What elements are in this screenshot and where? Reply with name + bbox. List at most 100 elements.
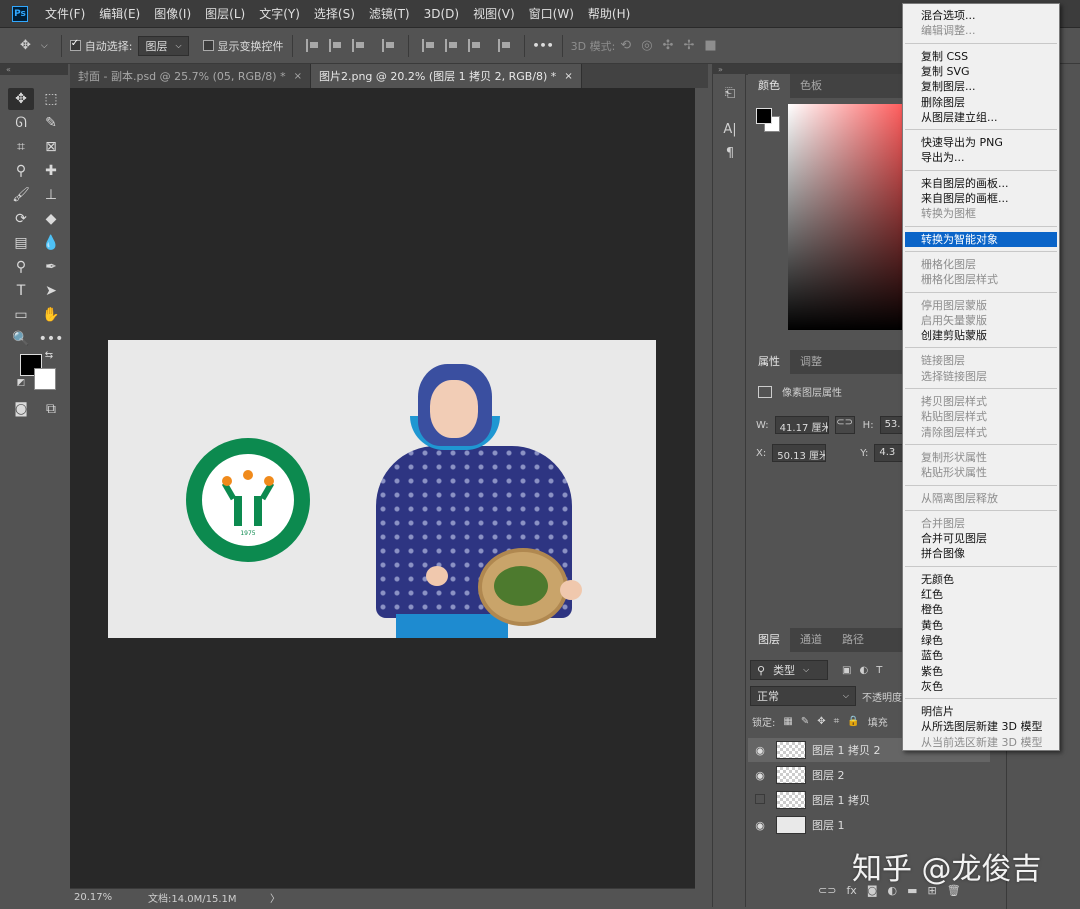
blend-mode-dropdown[interactable]: 正常 ⌵ [750, 686, 856, 706]
context-menu-item[interactable]: 明信片 [905, 704, 1057, 719]
tab-layers[interactable]: 图层 [748, 628, 790, 652]
layer-row[interactable]: ◉ 图层 2 [748, 763, 990, 787]
lock-image-icon[interactable]: ✎ [801, 716, 809, 727]
frame-tool-icon[interactable]: ⊠ [38, 136, 64, 158]
align-top-edges-icon[interactable] [421, 39, 435, 52]
link-icon[interactable]: ⊂⊃ [834, 416, 855, 434]
menu-layer[interactable]: 图层(L) [198, 5, 252, 22]
link-layers-icon[interactable]: ⊂⊃ [818, 884, 836, 897]
context-menu-item[interactable]: 来自图层的画框... [905, 191, 1057, 206]
context-menu-item[interactable]: 来自图层的画板... [905, 176, 1057, 191]
align-left-edges-icon[interactable] [305, 39, 319, 52]
tab-adjustments[interactable]: 调整 [790, 350, 832, 374]
roll-3d-icon[interactable]: ◎ [641, 38, 652, 53]
canvas-area[interactable]: 1975 [70, 88, 695, 888]
menu-file[interactable]: 文件(F) [38, 5, 92, 22]
crop-tool-icon[interactable]: ⌗ [8, 136, 34, 158]
paragraph-panel-icon[interactable]: ¶ [721, 146, 739, 164]
tab-channels[interactable]: 通道 [790, 628, 832, 652]
context-menu-item[interactable]: 从图层建立组... [905, 110, 1057, 125]
tool-preset-chevron-icon[interactable]: ⌵ [41, 41, 48, 51]
menu-filter[interactable]: 滤镜(T) [362, 5, 417, 22]
gradient-tool-icon[interactable]: ▤ [8, 232, 34, 254]
more-options-button[interactable]: ••• [533, 39, 554, 52]
context-menu-item[interactable]: 从所选图层新建 3D 模型 [905, 719, 1057, 734]
tab-paths[interactable]: 路径 [832, 628, 874, 652]
lock-position-icon[interactable]: ✥ [817, 716, 825, 727]
history-panel-icon[interactable]: ⎗ [721, 86, 739, 104]
context-menu-item[interactable]: 紫色 [905, 664, 1057, 679]
move-tool-icon[interactable]: ✥ [8, 88, 34, 110]
eye-icon[interactable]: ◉ [748, 744, 772, 757]
spot-healing-tool-icon[interactable]: ✚ [38, 160, 64, 182]
filter-adjustment-icon[interactable]: ◐ [859, 665, 868, 676]
lock-transparent-icon[interactable]: ▦ [783, 716, 792, 727]
lock-all-icon[interactable]: 🔒 [847, 716, 859, 727]
distribute-vertical-icon[interactable] [381, 39, 395, 52]
status-menu-arrow[interactable]: 〉 [270, 890, 280, 905]
zoom-level[interactable]: 20.17% [74, 892, 148, 903]
camera-3d-icon[interactable]: ■ [704, 38, 716, 53]
drag-3d-icon[interactable]: ✣ [663, 38, 674, 53]
menu-select[interactable]: 选择(S) [307, 5, 362, 22]
rectangle-tool-icon[interactable]: ▭ [8, 304, 34, 326]
tab-properties[interactable]: 属性 [748, 350, 790, 374]
align-bottom-edges-icon[interactable] [467, 39, 481, 52]
eyedropper-tool-icon[interactable]: ⚲ [8, 160, 34, 182]
tab-cover-psd[interactable]: 封面 - 副本.psd @ 25.7% (05, RGB/8) * × [70, 64, 311, 88]
align-vertical-centers-icon[interactable] [444, 39, 458, 52]
swap-colors-icon[interactable]: ⇆ [42, 348, 56, 362]
menu-image[interactable]: 图像(I) [147, 5, 198, 22]
context-menu-item[interactable]: 复制 CSS [905, 49, 1057, 64]
foreground-color-swatch[interactable] [756, 108, 772, 124]
brush-tool-icon[interactable]: 🖌 [8, 184, 34, 206]
zoom-tool-icon[interactable]: 🔍 [8, 328, 34, 350]
auto-select-checkbox[interactable] [69, 38, 81, 51]
more-tools-icon[interactable]: ••• [38, 328, 64, 350]
slide-3d-icon[interactable]: ✢ [683, 38, 694, 53]
layer-row[interactable]: ◉ 图层 1 [748, 813, 990, 837]
path-selection-tool-icon[interactable]: ➤ [38, 280, 64, 302]
context-menu-item[interactable]: 黄色 [905, 618, 1057, 633]
tab-color[interactable]: 颜色 [748, 74, 790, 98]
quick-mask-icon[interactable]: ◙ [8, 398, 34, 420]
move-tool-icon[interactable]: ✥ [20, 38, 31, 53]
layer-filter-dropdown[interactable]: ⚲ 类型 ⌵ [750, 660, 828, 680]
hand-tool-icon[interactable]: ✋ [38, 304, 64, 326]
context-menu-item[interactable]: 创建剪贴蒙版 [905, 328, 1057, 343]
context-menu-item[interactable]: 拼合图像 [905, 546, 1057, 561]
type-tool-icon[interactable]: T [8, 280, 34, 302]
blur-tool-icon[interactable]: 💧 [38, 232, 64, 254]
menu-edit[interactable]: 编辑(E) [92, 5, 147, 22]
context-menu-item[interactable]: 复制图层... [905, 79, 1057, 94]
marquee-tool-icon[interactable]: ⬚ [38, 88, 64, 110]
context-menu-item[interactable]: 红色 [905, 587, 1057, 602]
lasso-tool-icon[interactable]: ᘏ [8, 112, 34, 134]
context-menu-item[interactable]: 灰色 [905, 679, 1057, 694]
context-menu-item[interactable]: 合并可见图层 [905, 531, 1057, 546]
close-icon[interactable]: × [294, 71, 302, 82]
dodge-tool-icon[interactable]: ⚲ [8, 256, 34, 278]
context-menu-item[interactable]: 蓝色 [905, 648, 1057, 663]
lock-artboard-icon[interactable]: ⌗ [834, 716, 840, 727]
eraser-tool-icon[interactable]: ◆ [38, 208, 64, 230]
context-menu-item[interactable]: 复制 SVG [905, 64, 1057, 79]
align-horizontal-centers-icon[interactable] [328, 39, 342, 52]
eye-icon[interactable]: ◉ [748, 819, 772, 832]
visibility-toggle-off[interactable] [748, 794, 772, 806]
default-colors-icon[interactable]: ◩ [14, 376, 28, 390]
filter-pixel-icon[interactable]: ▣ [842, 665, 851, 676]
x-input[interactable]: 50.13 厘米 [772, 444, 827, 462]
screen-mode-icon[interactable]: ⧉ [38, 398, 64, 420]
align-right-edges-icon[interactable] [351, 39, 365, 52]
toolbar-collapse-strip[interactable]: « [0, 64, 68, 75]
show-transform-checkbox[interactable] [202, 40, 214, 51]
eye-icon[interactable]: ◉ [748, 769, 772, 782]
context-menu-item[interactable]: 混合选项... [905, 8, 1057, 23]
menu-3d[interactable]: 3D(D) [417, 7, 466, 21]
clone-stamp-tool-icon[interactable]: ⊥ [38, 184, 64, 206]
document-canvas[interactable]: 1975 [108, 340, 656, 638]
menu-help[interactable]: 帮助(H) [581, 5, 637, 22]
distribute-horizontal-icon[interactable] [497, 39, 511, 52]
context-menu-item[interactable]: 绿色 [905, 633, 1057, 648]
